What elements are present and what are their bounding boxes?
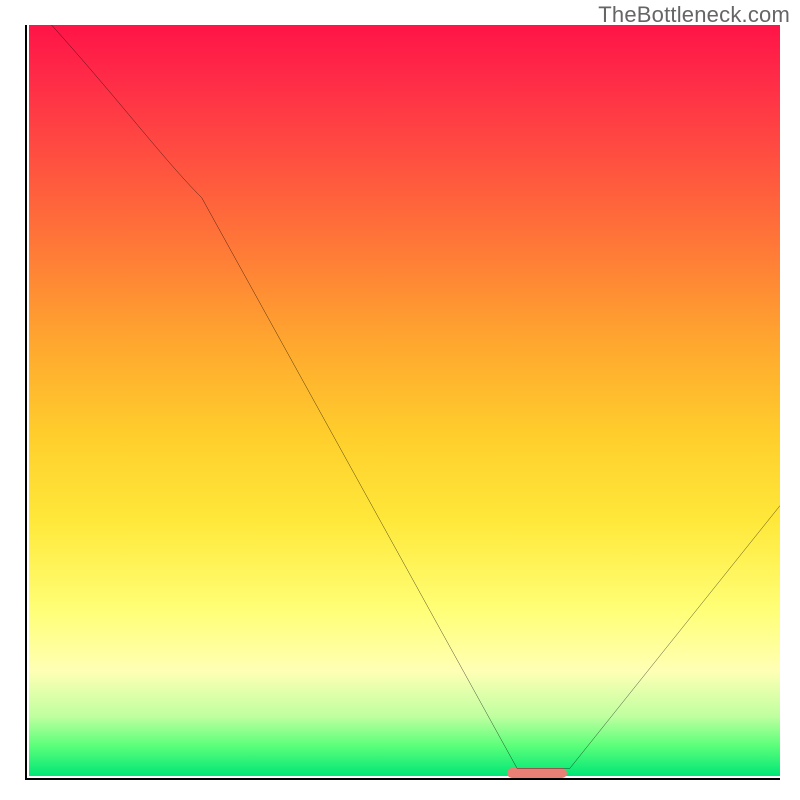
chart-container: TheBottleneck.com [0, 0, 800, 800]
curve-path [52, 25, 780, 768]
plot-area [25, 25, 780, 780]
bottleneck-curve [29, 25, 780, 776]
